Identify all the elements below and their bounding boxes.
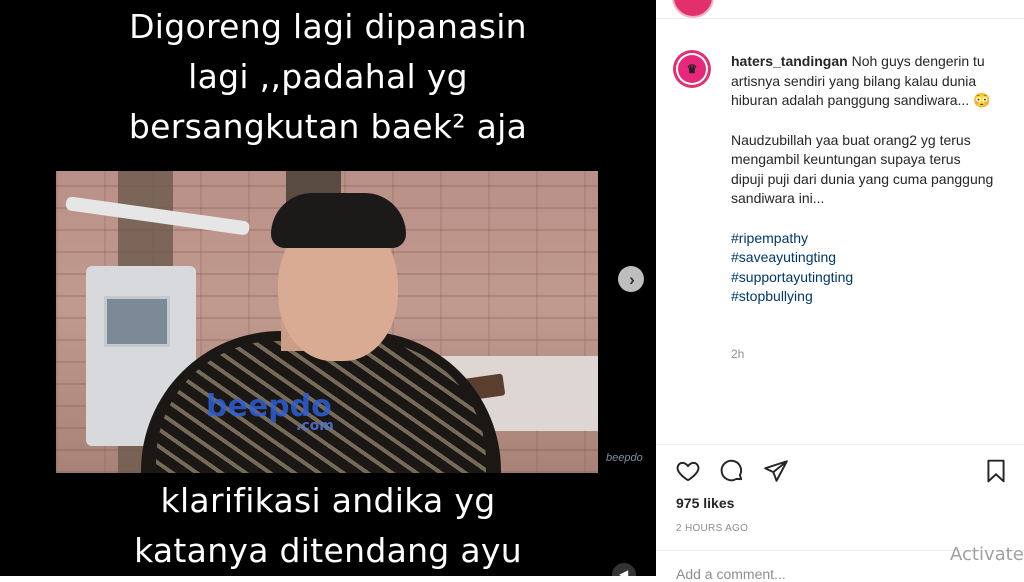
caption-comment: haters_tandingan Noh guys dengerin tu ar…	[731, 52, 996, 307]
commenter-avatar[interactable]: ♛	[673, 50, 711, 88]
header-divider	[656, 18, 1024, 19]
post-time[interactable]: 2 HOURS AGO	[676, 523, 748, 534]
hashtag-link[interactable]: #stopbullying	[731, 287, 996, 307]
activate-windows-watermark: Activate	[950, 544, 1024, 565]
caption-line: klarifikasi andika yg	[160, 481, 496, 520]
actions-divider	[656, 444, 1024, 445]
caption-line: katanya ditendang ayu	[134, 531, 522, 570]
username-link[interactable]: haters_tandingan	[731, 53, 848, 69]
caption-line: lagi ,,padahal yg	[188, 57, 468, 96]
action-bar	[675, 458, 1015, 484]
caption-top: Digoreng lagi dipanasin lagi ,,padahal y…	[0, 2, 656, 152]
comment-paragraph-1: haters_tandingan Noh guys dengerin tu ar…	[731, 52, 996, 111]
likes-count[interactable]: 975 likes	[676, 495, 734, 511]
video-frame[interactable]: beepdo .com	[56, 171, 598, 473]
caption-line: Digoreng lagi dipanasin	[129, 7, 527, 46]
share-icon[interactable]	[763, 458, 789, 484]
speaker-icon: ◀	[619, 567, 629, 576]
comment-timestamp[interactable]: 2h	[731, 347, 744, 361]
post-media[interactable]: Digoreng lagi dipanasin lagi ,,padahal y…	[0, 0, 656, 576]
comment-paragraph-2: Naudzubillah yaa buat orang2 yg terus me…	[731, 131, 994, 207]
add-comment-input[interactable]: Add a comment...	[676, 566, 786, 582]
video-person-hair	[271, 193, 406, 248]
hashtag-list: #ripempathy #saveayutingting #supportayu…	[731, 229, 996, 307]
caption-line: bersangkutan baek² aja	[128, 107, 528, 146]
hashtag-link[interactable]: #supportayutingting	[731, 268, 996, 288]
hashtag-link[interactable]: #saveayutingting	[731, 248, 996, 268]
bookmark-icon[interactable]	[983, 458, 1009, 484]
corner-logo: beepdo	[606, 452, 643, 464]
video-watermark: beepdo .com	[206, 389, 334, 434]
caption-bottom: klarifikasi andika yg katanya ditendang …	[0, 476, 656, 576]
heart-icon[interactable]	[675, 458, 701, 484]
chevron-right-icon: ›	[629, 269, 635, 289]
comment-icon[interactable]	[719, 458, 745, 484]
watermark-sub: .com	[296, 418, 334, 434]
next-slide-button[interactable]: ›	[618, 266, 644, 292]
hashtag-link[interactable]: #ripempathy	[731, 229, 996, 249]
